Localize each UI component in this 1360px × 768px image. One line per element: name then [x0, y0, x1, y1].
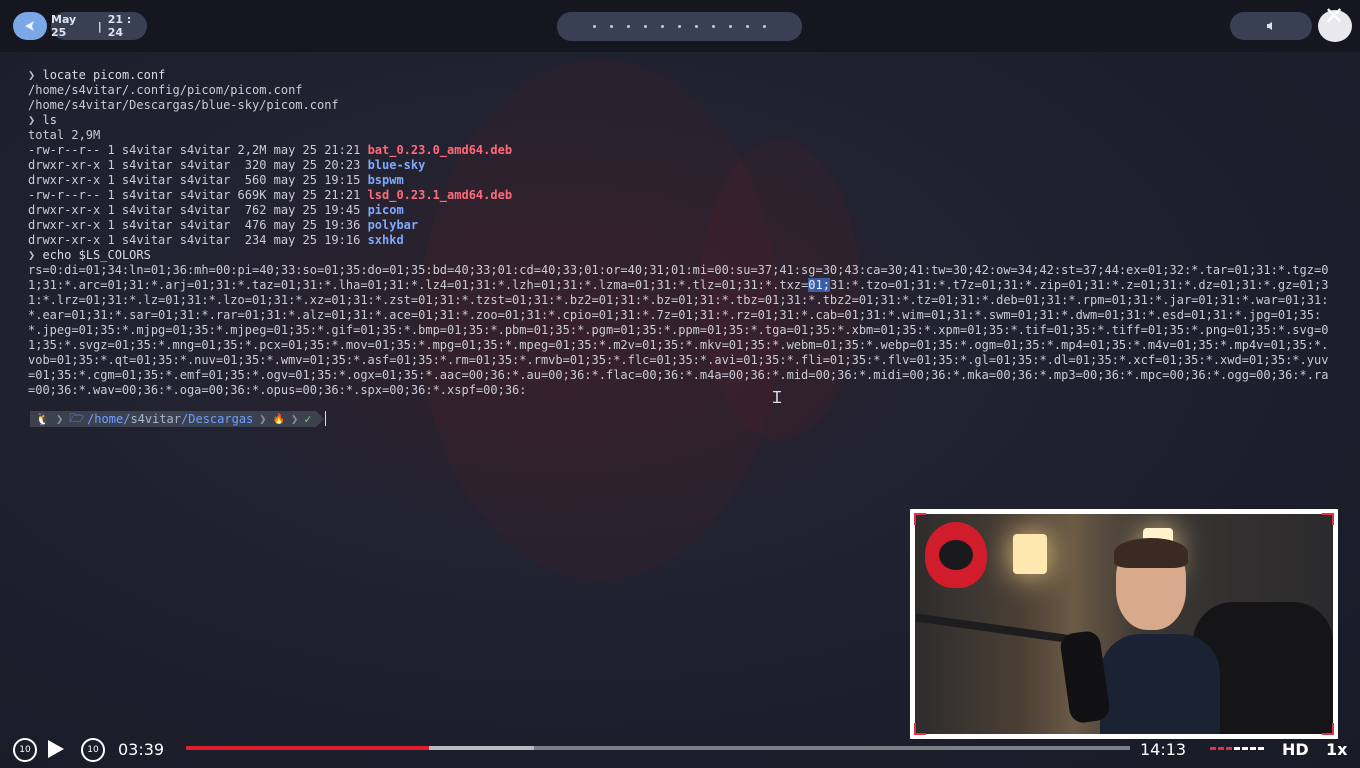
workspace-dot[interactable]	[593, 25, 596, 28]
text-cursor	[325, 411, 326, 426]
workspace-dot[interactable]	[763, 25, 766, 28]
lamp-light	[1013, 534, 1047, 574]
terminal-command-line: ❯ echo $LS_COLORS	[28, 248, 1338, 263]
workspace-dot[interactable]	[661, 25, 664, 28]
text-selection: 01;	[808, 278, 830, 292]
play-icon[interactable]	[48, 740, 64, 758]
os-icon: 🐧	[30, 411, 55, 427]
path-user: s4vitar	[130, 412, 182, 426]
ls-entry: -rw-r--r-- 1 s4vitar s4vitar 669K may 25…	[28, 188, 1338, 203]
ls-entry: drwxr-xr-x 1 s4vitar s4vitar 234 may 25 …	[28, 233, 1338, 248]
chevron-right-icon: ❯	[54, 411, 65, 427]
ls-details: drwxr-xr-x 1 s4vitar s4vitar 476 may 25 …	[28, 218, 368, 232]
quality-button[interactable]: HD	[1282, 738, 1309, 760]
ls-details: drwxr-xr-x 1 s4vitar s4vitar 234 may 25 …	[28, 233, 368, 247]
fire-icon: 🔥	[267, 411, 290, 427]
ls-details: -rw-r--r-- 1 s4vitar s4vitar 2,2M may 25…	[28, 143, 368, 157]
workspace-dot[interactable]	[627, 25, 630, 28]
terminal-output: ❯ locate picom.conf/home/s4vitar/.config…	[28, 68, 1338, 398]
ls-filename: bspwm	[367, 173, 404, 187]
ls-details: drwxr-xr-x 1 s4vitar s4vitar 560 may 25 …	[28, 173, 368, 187]
speed-button[interactable]: 1x	[1326, 738, 1347, 760]
chevron-right-icon: ❯	[289, 411, 300, 427]
launcher-icon[interactable]	[13, 12, 47, 40]
workspace-dot[interactable]	[644, 25, 647, 28]
ls-entry: drwxr-xr-x 1 s4vitar s4vitar 762 may 25 …	[28, 203, 1338, 218]
workspace-dot[interactable]	[695, 25, 698, 28]
ls-filename: blue-sky	[367, 158, 426, 172]
prompt-path: 🗁/home/s4vitar/Descargas	[64, 410, 259, 427]
ibeam-cursor-icon: Ｉ	[769, 388, 786, 407]
workspace-dot[interactable]	[746, 25, 749, 28]
prompt-arrow-icon: ❯	[28, 113, 36, 127]
ls-details: drwxr-xr-x 1 s4vitar s4vitar 762 may 25 …	[28, 203, 368, 217]
streamer-hair	[1114, 538, 1188, 568]
clock-widget[interactable]: May 25 | 21 : 24	[51, 12, 147, 40]
terminal-command-line: ❯ locate picom.conf	[28, 68, 1338, 83]
ls-entry: drwxr-xr-x 1 s4vitar s4vitar 320 may 25 …	[28, 158, 1338, 173]
video-frame: May 25 | 21 : 24 ✕ ❯ locate picom.conf/h…	[0, 0, 1360, 768]
webcam-video	[915, 514, 1333, 734]
workspace-dot[interactable]	[678, 25, 681, 28]
ls-colors-text: 31:*.tzo=01;31:*.t7z=01;31:*.zip=01;31:*…	[28, 278, 1329, 397]
chevron-right-icon: ❯	[258, 411, 268, 427]
forward-label: 10	[87, 745, 99, 755]
ls-filename: bat_0.23.0_amd64.deb	[367, 143, 513, 157]
ls-colors-output: rs=0:di=01;34:ln=01;36:mh=00:pi=40;33:so…	[28, 263, 1333, 398]
speaker-icon	[1267, 22, 1272, 30]
time-text: 21 : 24	[107, 13, 132, 39]
workspace-dot[interactable]	[712, 25, 715, 28]
rewind-label: 10	[19, 745, 31, 755]
workspace-indicator[interactable]	[557, 12, 802, 41]
channel-logo	[925, 522, 987, 588]
workspace-dot[interactable]	[729, 25, 732, 28]
ls-filename: polybar	[367, 218, 419, 232]
ls-filename: lsd_0.23.1_amd64.deb	[367, 188, 513, 202]
ls-filename: sxhkd	[367, 233, 404, 247]
current-time: 03:39	[118, 739, 165, 759]
forward-10-icon[interactable]: 10	[81, 738, 105, 762]
volume-widget[interactable]	[1230, 12, 1312, 40]
workspace-dot[interactable]	[610, 25, 613, 28]
ls-entry: drwxr-xr-x 1 s4vitar s4vitar 476 may 25 …	[28, 218, 1338, 233]
check-icon: ✓	[299, 411, 317, 427]
logo-face	[939, 540, 973, 570]
streamer-body	[1100, 634, 1220, 734]
ls-entry: -rw-r--r-- 1 s4vitar s4vitar 2,2M may 25…	[28, 143, 1338, 158]
terminal-command-line: ❯ ls	[28, 113, 1338, 128]
duration: 14:13	[1140, 739, 1187, 759]
prompt-arrow-icon: ❯	[28, 248, 36, 262]
terminal-output-line: total 2,9M	[28, 128, 101, 142]
terminal-output-line: /home/s4vitar/Descargas/blue-sky/picom.c…	[28, 98, 339, 112]
ls-filename: picom	[367, 203, 404, 217]
prompt-arrow-icon: ❯	[28, 68, 36, 82]
date-text: May 25	[51, 13, 77, 39]
ls-details: drwxr-xr-x 1 s4vitar s4vitar 320 may 25 …	[28, 158, 368, 172]
path-suffix: /Descargas	[181, 412, 254, 426]
command-text: ls	[42, 113, 57, 127]
powerline-prompt: 🐧 ❯ 🗁/home/s4vitar/Descargas ❯ 🔥 ❯ ✓	[30, 410, 325, 427]
close-icon[interactable]: ✕	[1324, 4, 1344, 28]
frame-corner	[914, 513, 926, 525]
rewind-10-icon[interactable]: 10	[13, 738, 37, 762]
ls-entry: drwxr-xr-x 1 s4vitar s4vitar 560 may 25 …	[28, 173, 1338, 188]
folder-icon: 🗁	[69, 410, 85, 425]
command-text: locate picom.conf	[42, 68, 166, 82]
ls-details: -rw-r--r-- 1 s4vitar s4vitar 669K may 25…	[28, 188, 368, 202]
frame-corner	[1322, 513, 1334, 525]
prompt-end	[316, 411, 325, 427]
command-text: echo $LS_COLORS	[42, 248, 151, 262]
player-controls: 10 10 03:39 14:13 HD 1x	[0, 730, 1360, 768]
path-prefix: /home/	[87, 412, 131, 426]
clock-separator: |	[97, 19, 102, 33]
streamer	[1100, 538, 1220, 734]
webcam-overlay	[910, 509, 1338, 739]
terminal-output-line: /home/s4vitar/.config/picom/picom.conf	[28, 83, 303, 97]
chapters-icon[interactable]	[1210, 746, 1266, 750]
top-bar: May 25 | 21 : 24 ✕	[0, 0, 1360, 52]
